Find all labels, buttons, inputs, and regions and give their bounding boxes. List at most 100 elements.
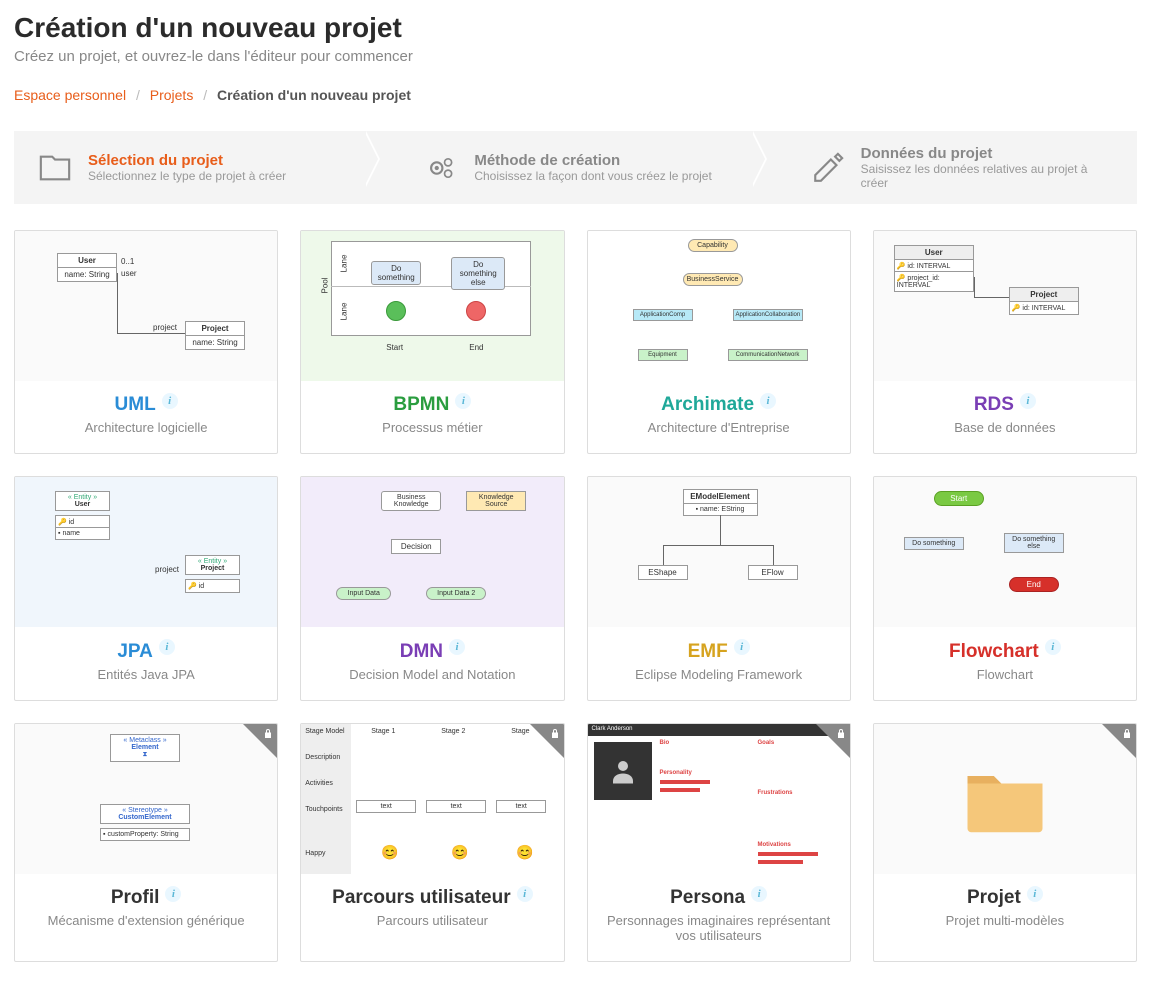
info-icon[interactable]: i [449,639,465,655]
card-title: JPA [117,641,153,663]
preview-label: project [155,565,179,574]
card-desc: Projet multi-modèles [884,913,1126,928]
preview-label: User [75,501,91,508]
info-icon[interactable]: i [1020,393,1036,409]
card-preview: Capability BusinessService ApplicationCo… [588,231,850,381]
preview-label: Bio [660,740,670,746]
preview-label: End [469,343,483,352]
preview-label: Do something else [1004,533,1064,553]
preview-label: EShape [638,565,688,580]
preview-label: Project [1030,290,1057,299]
card-desc: Parcours utilisateur [311,913,553,928]
preview-label: Motivations [758,842,791,848]
preview-label: project [153,323,177,332]
info-icon[interactable]: i [517,886,533,902]
preview-label: Clark Anderson [588,724,850,736]
preview-label: Input Data [336,587,391,600]
card-emf[interactable]: EModelElement ▪ name: EString EShape EFl… [587,476,851,700]
card-jpa[interactable]: « Entity »User 🔑 id ▪ name « Entity »Pro… [14,476,278,700]
card-parcours[interactable]: Stage Model Stage 1 Stage 2 Stage Descri… [300,723,564,962]
preview-label: Description [305,754,340,761]
card-preview: Clark Anderson Bio Personality Goals Fru… [588,724,850,874]
folder-icon [960,761,1050,836]
wizard-title: Méthode de création [474,152,711,169]
card-persona[interactable]: Clark Anderson Bio Personality Goals Fru… [587,723,851,962]
wizard-step-selection[interactable]: Sélection du projet Sélectionnez le type… [14,131,364,204]
card-dmn[interactable]: Business Knowledge Knowledge Source Deci… [300,476,564,700]
preview-label: project_id: INTERVAL [897,275,940,289]
info-icon[interactable]: i [760,393,776,409]
preview-label: Do something [904,537,964,550]
breadcrumb-link-projets[interactable]: Projets [150,87,194,103]
page-subtitle: Créez un projet, et ouvrez-le dans l'édi… [14,48,1137,65]
lock-icon [530,724,564,758]
info-icon[interactable]: i [1027,886,1043,902]
card-title: BPMN [393,394,449,416]
wizard-desc: Sélectionnez le type de projet à créer [88,169,286,183]
card-preview: Pool Lane Lane Do something Do something… [301,231,563,381]
preview-label: Input Data 2 [426,587,486,600]
preview-label: Frustrations [758,790,793,796]
info-icon[interactable]: i [165,886,181,902]
preview-label: Do something [371,261,421,285]
preview-label: « Entity » [198,558,227,565]
wizard-step-data[interactable]: Données du projet Saisissez les données … [751,131,1137,204]
card-profil[interactable]: « Metaclass »Element⧗ « Stereotype »Cust… [14,723,278,962]
info-icon[interactable]: i [751,886,767,902]
card-preview: Stage Model Stage 1 Stage 2 Stage Descri… [301,724,563,874]
card-archimate[interactable]: Capability BusinessService ApplicationCo… [587,230,851,454]
preview-label: Touchpoints [305,806,342,813]
wizard-step-method[interactable]: Méthode de création Choisissez la façon … [364,131,750,204]
preview-label: Project [201,324,228,333]
card-title: Profil [111,887,160,909]
preview-label: Start [386,343,403,352]
preview-label: Activities [305,780,333,787]
preview-label: user [121,269,137,278]
folder-icon [38,151,72,185]
preview-label: name: String [185,335,245,350]
card-title: Projet [967,887,1021,909]
card-title: Archimate [661,394,754,416]
card-preview: Start Do something Do something else End [874,477,1136,627]
preview-label: text [356,800,416,813]
wizard-desc: Choisissez la façon dont vous créez le p… [474,169,711,183]
preview-label: Project [201,565,225,572]
preview-label: Stage Model [305,728,344,735]
preview-label: « Entity » [68,494,97,501]
card-projet[interactable]: Projeti Projet multi-modèles [873,723,1137,962]
card-flowchart[interactable]: Start Do something Do something else End… [873,476,1137,700]
card-desc: Entités Java JPA [25,667,267,682]
breadcrumb-current: Création d'un nouveau projet [217,87,411,103]
card-preview: Business Knowledge Knowledge Source Deci… [301,477,563,627]
preview-label: Start [934,491,984,506]
wizard-title: Données du projet [861,145,1117,162]
preview-label: Business Knowledge [381,491,441,511]
preview-label: User [925,248,943,257]
preview-label: text [496,800,546,813]
preview-label: name: EString [700,506,744,513]
breadcrumb-link-espace[interactable]: Espace personnel [14,87,126,103]
card-uml[interactable]: User name: String Project name: String 0… [14,230,278,454]
info-icon[interactable]: i [162,393,178,409]
wizard-title: Sélection du projet [88,152,286,169]
info-icon[interactable]: i [734,639,750,655]
preview-label: Personality [660,770,692,776]
card-bpmn[interactable]: Pool Lane Lane Do something Do something… [300,230,564,454]
card-desc: Architecture d'Entreprise [598,420,840,435]
preview-label: End [1009,577,1059,592]
preview-label: EFlow [748,565,798,580]
card-title: RDS [974,394,1014,416]
info-icon[interactable]: i [159,639,175,655]
preview-label: Knowledge Source [466,491,526,511]
preview-label: id [69,519,74,526]
info-icon[interactable]: i [455,393,471,409]
lock-icon [243,724,277,758]
info-icon[interactable]: i [1045,639,1061,655]
breadcrumb-separator: / [136,87,140,103]
card-title: DMN [400,641,443,663]
card-preview: « Metaclass »Element⧗ « Stereotype »Cust… [15,724,277,874]
card-rds[interactable]: User 🔑 id: INTERVAL 🔑 project_id: INTERV… [873,230,1137,454]
card-title: UML [115,394,156,416]
card-title: Flowchart [949,641,1039,663]
card-preview: User name: String Project name: String 0… [15,231,277,381]
